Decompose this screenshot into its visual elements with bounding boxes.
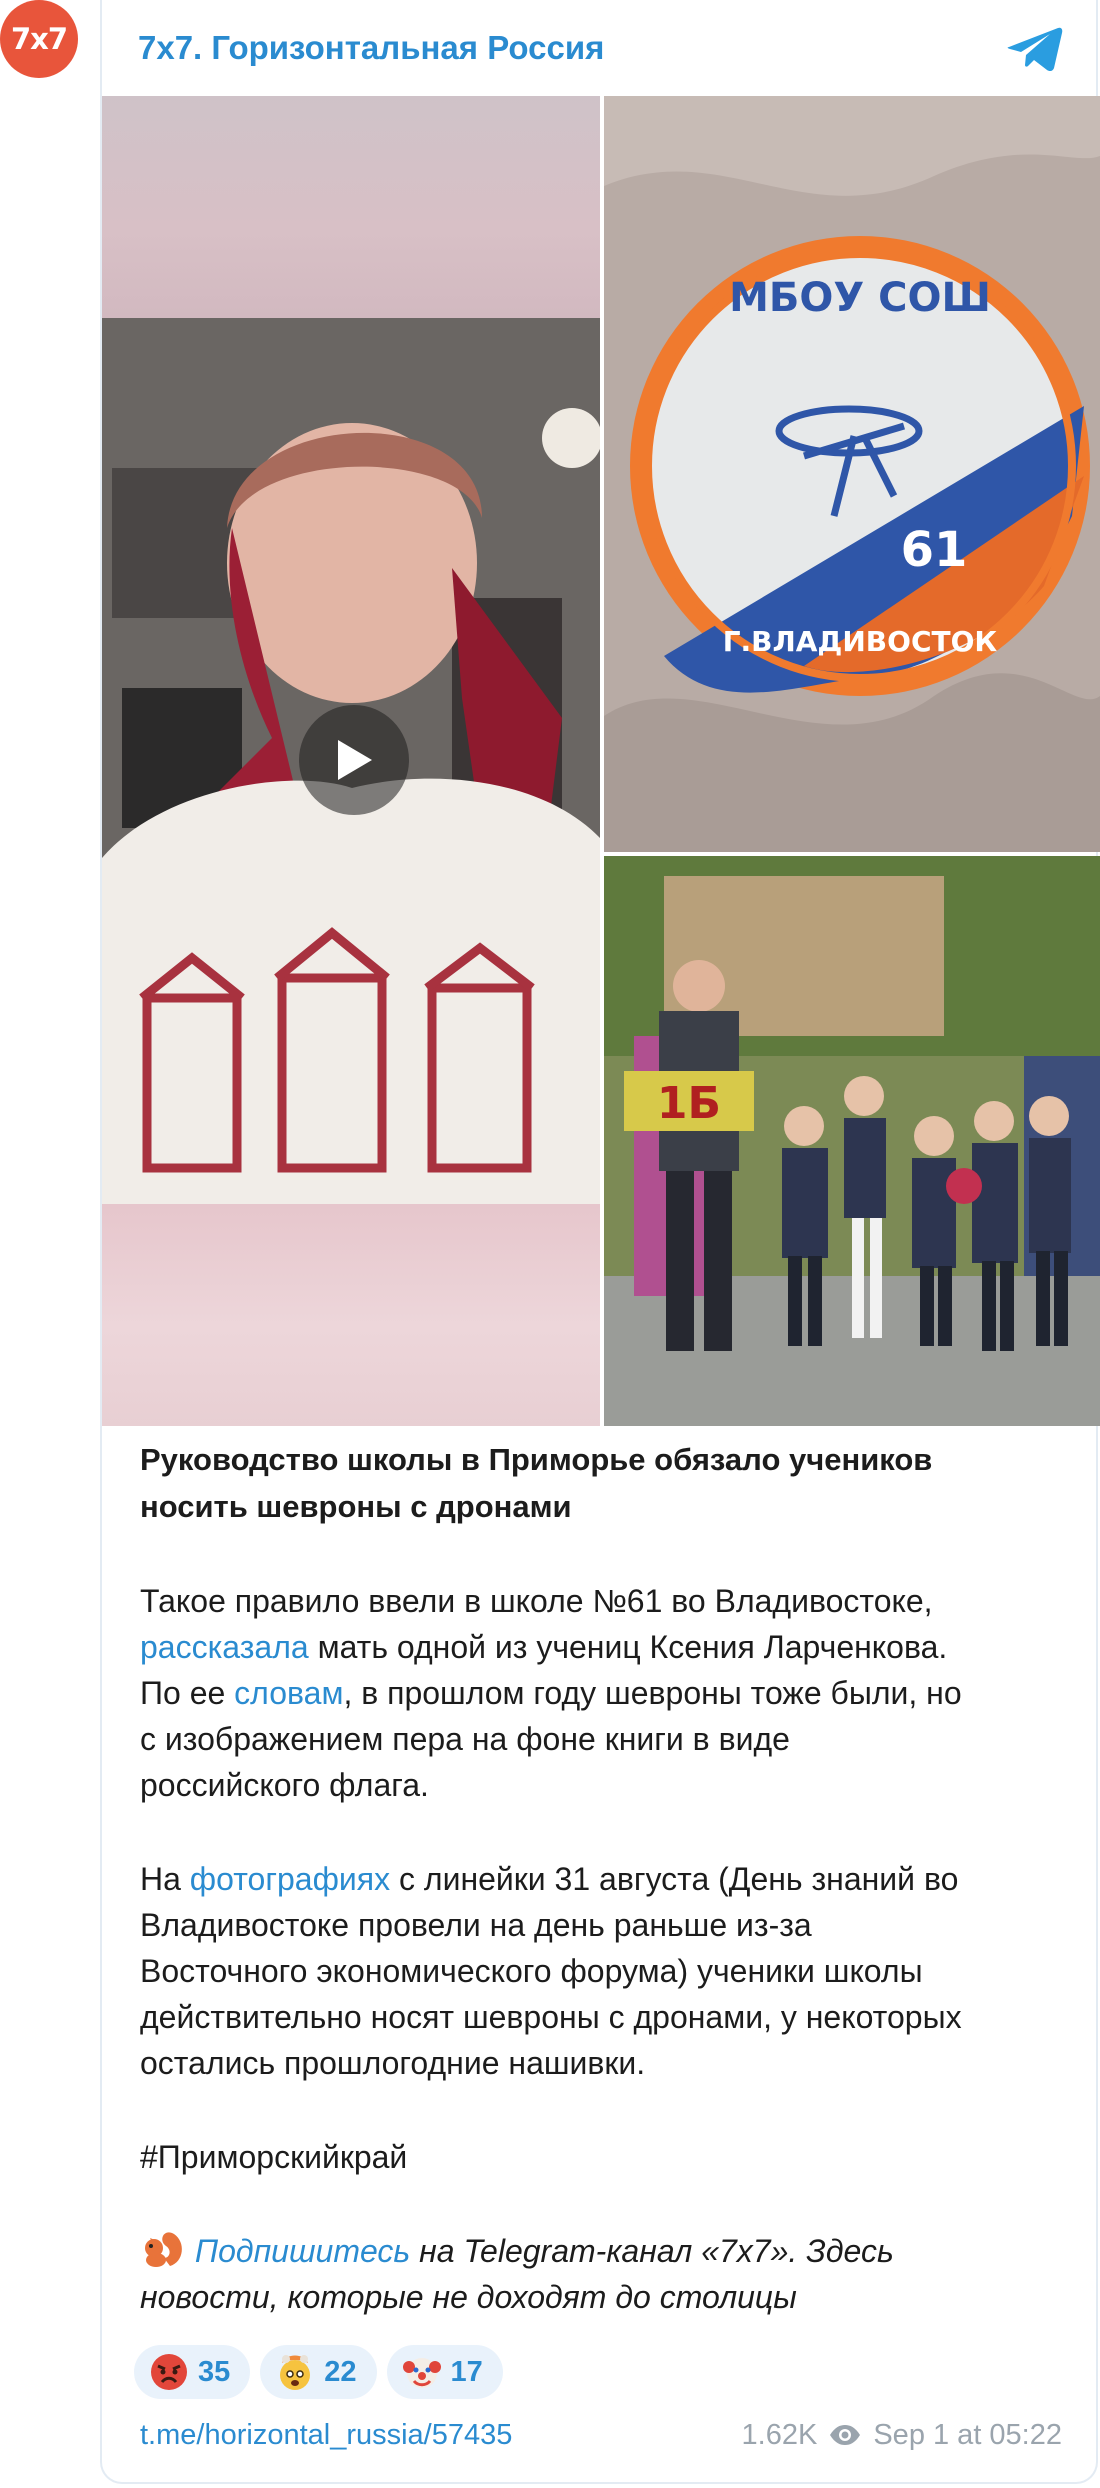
subscribe-link[interactable]: Подпишитесь (195, 2233, 410, 2269)
patch-number: 61 (901, 522, 968, 578)
view-count: 1.62K (741, 2418, 818, 2451)
reaction-clown[interactable]: 17 (386, 2345, 503, 2399)
blurred-edge-top (102, 96, 600, 318)
post-text: Руководство школы в Приморье обязало уче… (140, 1436, 1070, 2320)
school-line-image: 1Б (604, 856, 1100, 1426)
eye-icon (830, 2425, 861, 2445)
link-rasskazala[interactable]: рассказала (140, 1629, 309, 1665)
post-date: Sep 1 at 05:22 (873, 2418, 1062, 2451)
play-icon (338, 740, 372, 780)
text-line: новости, которые не доходят до столицы (140, 2279, 797, 2315)
text-line: На (140, 1861, 190, 1897)
channel-name-link[interactable]: 7x7. Горизонтальная Россия (138, 29, 604, 67)
text-line: Владивостоке провели на день раньше из-з… (140, 1907, 812, 1943)
reaction-count: 35 (198, 2355, 231, 2388)
photo-school-line[interactable]: 1Б (604, 856, 1100, 1426)
text-line: , в прошлом году шевроны тоже были, но (343, 1675, 962, 1711)
video-thumbnail[interactable] (102, 96, 600, 1426)
squirrel-icon (145, 2232, 182, 2267)
reaction-exploding-head[interactable]: 22 (260, 2345, 377, 2399)
text-line: Такое правило ввели в школе №61 во Влади… (140, 1583, 933, 1619)
post-footer: t.me/horizontal_russia/57435 1.62K Sep 1… (140, 2413, 1062, 2457)
hashtag[interactable]: #Приморскийкрай (140, 2134, 1070, 2180)
reactions-bar: 35 22 17 (134, 2345, 503, 2399)
media-grid: МБОУ СОШ 61 Г.ВЛАДИВОСТОК 1Б (102, 96, 1100, 1426)
channel-avatar[interactable]: 7x7 (0, 0, 78, 78)
reaction-count: 22 (324, 2355, 357, 2388)
text-line: мать одной из учениц Ксения Ларченкова. (308, 1629, 948, 1665)
post-title: Руководство школы в Приморье обязало уче… (140, 1436, 1070, 1530)
patch-text-top: МБОУ СОШ (729, 275, 991, 321)
text-line: Восточного экономического форума) ученик… (140, 1953, 923, 1989)
text-line: российского флага. (140, 1767, 429, 1803)
post-title-line: носить шевроны с дронами (140, 1489, 572, 1524)
post-header: 7x7. Горизонтальная Россия (102, 0, 1096, 96)
text-line: на Telegram-канал «7x7». Здесь (410, 2233, 894, 2269)
post-paragraph-1: Такое правило ввели в школе №61 во Влади… (140, 1578, 1070, 1808)
patch-text-bottom: Г.ВЛАДИВОСТОК (723, 625, 998, 658)
text-line: с изображением пера на фоне книги в виде (140, 1721, 790, 1757)
reaction-angry[interactable]: 35 (134, 2345, 251, 2399)
class-sign-text: 1Б (657, 1078, 721, 1129)
link-slovam[interactable]: словам (234, 1675, 343, 1711)
post-paragraph-2: На фотографиях с линейки 31 августа (Ден… (140, 1856, 1070, 2086)
promo-text: Подпишитесь на Telegram-канал «7x7». Зде… (140, 2228, 1070, 2320)
post-card: 7x7. Горизонтальная Россия МБОУ СОШ 61 Г… (100, 0, 1100, 2484)
post-meta: 1.62K Sep 1 at 05:22 (742, 2419, 1062, 2452)
post-permalink[interactable]: t.me/horizontal_russia/57435 (140, 2419, 512, 2452)
reaction-count: 17 (450, 2355, 483, 2388)
clown-face-icon (402, 2358, 441, 2388)
telegram-icon[interactable] (1006, 26, 1064, 72)
post-title-line: Руководство школы в Приморье обязало уче… (140, 1442, 933, 1477)
text-line: с линейки 31 августа (День знаний во (390, 1861, 959, 1897)
angry-face-icon (151, 2354, 187, 2390)
text-line: По ее (140, 1675, 235, 1711)
blurred-edge-bottom (102, 1204, 600, 1426)
text-line: действительно носят шевроны с дронами, у… (140, 1999, 962, 2035)
play-button[interactable] (299, 705, 409, 815)
photo-chevron-patch[interactable]: МБОУ СОШ 61 Г.ВЛАДИВОСТОК (604, 96, 1100, 852)
link-fotografiyah[interactable]: фотографиях (190, 1861, 390, 1897)
text-line: остались прошлогодние нашивки. (140, 2045, 646, 2081)
exploding-head-icon (280, 2355, 311, 2390)
chevron-patch-image: МБОУ СОШ 61 Г.ВЛАДИВОСТОК (604, 96, 1100, 852)
